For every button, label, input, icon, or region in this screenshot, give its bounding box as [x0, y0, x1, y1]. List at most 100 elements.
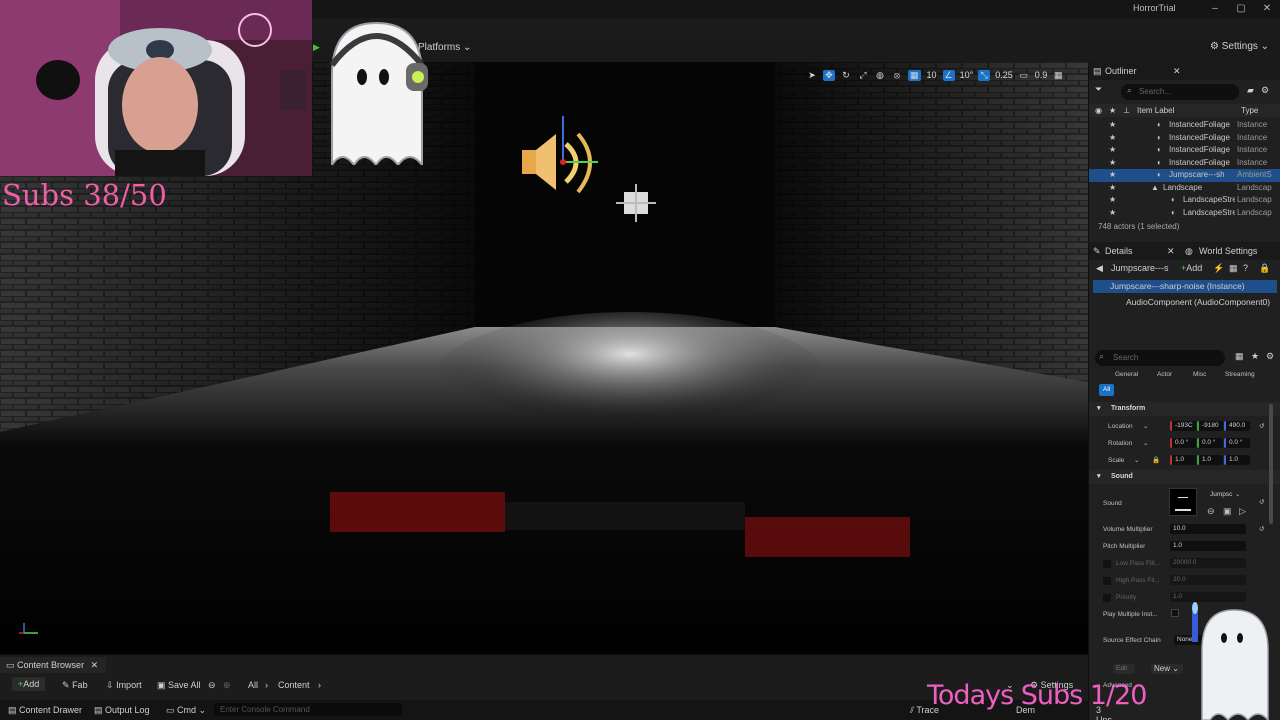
grid-snap-value[interactable]: 10 [926, 70, 938, 80]
location-x-field[interactable]: -193C [1170, 421, 1196, 431]
star-icon[interactable]: ★ [1109, 157, 1116, 170]
category-tab-general[interactable]: General [1111, 369, 1142, 381]
outliner-row[interactable]: ★ ◐ InstancedFoliage Instance [1089, 119, 1280, 132]
history-forward-icon[interactable]: ⊕ [223, 680, 231, 691]
reset-icon[interactable]: ↺ [1259, 498, 1264, 506]
favorite-icon[interactable]: ★ [1251, 351, 1259, 362]
lock-ratio-icon[interactable]: 🔒 [1152, 456, 1160, 464]
browse-arrow-icon[interactable]: ⊖ [1207, 506, 1215, 517]
rotation-snap-icon[interactable]: ∠ [942, 69, 955, 81]
outliner-row[interactable]: ★ ◐ InstancedFoliage Instance [1089, 132, 1280, 145]
star-icon[interactable]: ★ [1109, 132, 1116, 145]
component-row-audio[interactable]: AudioComponent (AudioComponent0) [1109, 296, 1279, 309]
select-mode-icon[interactable]: ➤ [806, 70, 818, 81]
scale-snap-icon[interactable]: ⤡ [978, 69, 991, 81]
outliner-row[interactable]: ★ ◐ Jumpscare---sh AmbientS [1089, 169, 1280, 182]
scale-mode-icon[interactable]: ⤢ [857, 70, 869, 81]
component-icon[interactable]: ▦ [1229, 263, 1238, 274]
details-scrollbar[interactable] [1269, 404, 1273, 524]
star-icon[interactable]: ★ [1109, 169, 1116, 182]
minimize-button[interactable]: – [1202, 0, 1228, 18]
outliner-row[interactable]: ★ ◐ InstancedFoliage Instance [1089, 157, 1280, 170]
history-back-icon[interactable]: ⊖ [208, 680, 216, 691]
outliner-row[interactable]: ★ ◐ LandscapeStre Landscap [1089, 207, 1280, 220]
close-button[interactable]: ✕ [1254, 0, 1280, 18]
camera-speed-value[interactable]: 0.9 [1035, 70, 1048, 80]
filter-icon[interactable]: ⏷ [1095, 84, 1102, 95]
tab-world-settings[interactable]: World Settings [1199, 242, 1257, 260]
tab-outliner[interactable]: ▤ Outliner ✕ [1089, 62, 1280, 80]
location-z-field[interactable]: 490.0 [1224, 421, 1250, 431]
sound-thumbnail[interactable] [1169, 488, 1197, 516]
high-pass-checkbox[interactable] [1103, 577, 1111, 585]
close-icon[interactable]: ✕ [1173, 62, 1181, 80]
breadcrumb-content[interactable]: Content [278, 680, 310, 690]
outliner-row[interactable]: ★ ◐ InstancedFoliage Instance [1089, 144, 1280, 157]
add-component-button[interactable]: +Add [1181, 263, 1202, 273]
scale-snap-value[interactable]: 0.25 [995, 70, 1013, 80]
world-space-icon[interactable]: ◍ [874, 70, 886, 81]
details-search-input[interactable]: Search [1095, 350, 1225, 366]
sound-asset-picker[interactable]: Jumpsc [1207, 490, 1247, 500]
star-icon[interactable]: ★ [1109, 194, 1116, 207]
move-mode-icon[interactable]: ✥ [823, 69, 835, 81]
outliner-row[interactable]: ★ ◐ LandscapeStre Landscap [1089, 194, 1280, 207]
new-button[interactable]: New ⌄ [1151, 664, 1183, 674]
browse-folder-icon[interactable]: ▣ [1223, 506, 1232, 517]
scale-z-field[interactable]: 1.0 [1224, 455, 1250, 465]
add-folder-icon[interactable]: ▰ [1247, 85, 1254, 96]
maximize-button[interactable]: ▢ [1228, 0, 1254, 18]
outliner-search-input[interactable]: Search... [1121, 84, 1239, 100]
help-icon[interactable]: ? [1243, 263, 1248, 273]
rotate-mode-icon[interactable]: ↻ [840, 70, 852, 81]
actor-name-field[interactable]: Jumpscare---s [1111, 263, 1173, 273]
content-drawer-button[interactable]: ▤ Content Drawer [8, 705, 82, 716]
console-input[interactable]: Enter Console Command [214, 703, 402, 716]
cmd-button[interactable]: ▭ Cmd ⌄ [166, 705, 206, 716]
reset-icon[interactable]: ↺ [1259, 525, 1264, 533]
play-multiple-checkbox[interactable] [1171, 609, 1179, 617]
layout-icon[interactable]: ▦ [1052, 70, 1064, 81]
output-log-button[interactable]: ▤ Output Log [94, 705, 150, 716]
star-icon[interactable]: ★ [1109, 144, 1116, 157]
surface-snap-icon[interactable]: ⦻ [891, 70, 903, 81]
tab-details[interactable]: Details [1105, 246, 1133, 256]
rotation-x-field[interactable]: 0.0 ° [1170, 438, 1196, 448]
settings-button[interactable]: ⚙ Settings ⌄ [1210, 41, 1269, 52]
category-tab-streaming[interactable]: Streaming [1221, 369, 1259, 381]
save-all-button[interactable]: ▣ Save All [157, 680, 201, 691]
priority-checkbox[interactable] [1103, 594, 1111, 602]
star-icon[interactable]: ★ [1109, 207, 1116, 220]
col-type[interactable]: Type [1241, 104, 1258, 117]
volume-field[interactable]: 10.0 [1170, 524, 1246, 534]
pitch-field[interactable]: 1.0 [1170, 541, 1246, 551]
play-sound-icon[interactable]: ▷ [1239, 506, 1246, 517]
rotation-snap-value[interactable]: 10° [960, 70, 974, 80]
rotation-y-field[interactable]: 0.0 ° [1197, 438, 1223, 448]
sound-header[interactable]: ▾ Sound [1089, 470, 1280, 484]
fab-button[interactable]: ✎ Fab [62, 680, 88, 691]
star-icon[interactable]: ★ [1109, 182, 1116, 195]
grid-view-icon[interactable]: ▦ [1235, 351, 1244, 362]
high-pass-field[interactable]: 20.0 [1170, 575, 1246, 585]
category-tab-all[interactable]: All [1099, 384, 1115, 396]
chevron-down-icon[interactable]: ⌄ [1134, 456, 1139, 464]
settings-gear-icon[interactable]: ⚙ [1261, 85, 1269, 96]
close-icon[interactable]: ✕ [1167, 242, 1175, 260]
grid-snap-icon[interactable]: ▦ [908, 69, 921, 81]
camera-speed-icon[interactable]: ▭ [1018, 70, 1030, 81]
chevron-down-icon[interactable]: ⌄ [1143, 439, 1148, 447]
low-pass-checkbox[interactable] [1103, 560, 1111, 568]
rotation-z-field[interactable]: 0.0 ° [1224, 438, 1250, 448]
location-y-field[interactable]: -9180 [1197, 421, 1223, 431]
low-pass-field[interactable]: 20000.0 [1170, 558, 1246, 568]
tab-content-browser[interactable]: ▭ Content Browser ✕ [0, 657, 107, 673]
chevron-down-icon[interactable]: ⌄ [1235, 490, 1240, 498]
scale-y-field[interactable]: 1.0 [1197, 455, 1223, 465]
col-item-label[interactable]: Item Label [1137, 104, 1174, 117]
breadcrumb-all[interactable]: All [248, 680, 258, 690]
outliner-row[interactable]: ★ ▲ Landscape Landscap [1089, 182, 1280, 195]
chevron-down-icon[interactable]: ⌄ [1143, 422, 1148, 430]
transform-header[interactable]: ▾ Transform [1089, 402, 1280, 416]
add-button[interactable]: +Add [12, 677, 46, 691]
